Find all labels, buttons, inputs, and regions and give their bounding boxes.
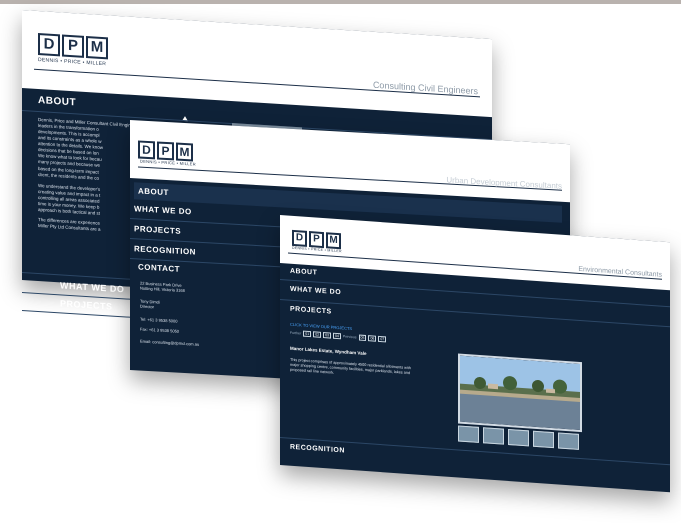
pager-page[interactable]: 04	[333, 332, 341, 340]
pager-page[interactable]: 03	[323, 332, 331, 339]
contact-email[interactable]: Email: consulting@dpmcl.com.au	[140, 339, 199, 348]
project-photo	[458, 353, 582, 433]
logo-letter-d: D	[292, 229, 307, 247]
thumbnail[interactable]	[558, 432, 579, 450]
tagline: Urban Development Consultants	[446, 175, 562, 191]
top-accent-bar	[0, 0, 681, 4]
logo-letter-m: M	[86, 35, 108, 60]
pager-label-further: Further	[290, 330, 302, 336]
pager-label-previous: Previous	[342, 334, 357, 340]
pager-page[interactable]: 05	[358, 334, 367, 342]
pager-page[interactable]: 01	[303, 330, 312, 338]
logo-letter-m: M	[176, 142, 193, 162]
contact-person: Tony Dimdi Director	[140, 298, 160, 310]
contact-address: 22 Business Park Drive Notting Hill, Vic…	[140, 280, 185, 294]
contact-tel: Tel: +61 3 9538 5000	[140, 316, 178, 324]
project-title: Manor Lakes Estate, Wyndham Vale	[290, 345, 367, 357]
dpm-logo: D P M	[38, 32, 108, 60]
logo-letter-p: P	[62, 34, 84, 58]
logo-letter-p: P	[157, 141, 174, 161]
estate-photo-image	[460, 355, 580, 430]
project-description: This project comprises of approximately …	[290, 357, 411, 376]
thumbnail[interactable]	[483, 427, 504, 445]
logo-letter-d: D	[138, 140, 155, 160]
contact-fax: Fax: +61 3 9538 5050	[140, 326, 180, 334]
thumbnail[interactable]	[533, 430, 554, 449]
project-pager: Further 01 02 03 04 Previous 05 06 07	[290, 330, 387, 343]
logo-letter-m: M	[326, 232, 341, 250]
thumbnail[interactable]	[458, 425, 479, 443]
thumbnail[interactable]	[508, 428, 529, 447]
logo-letter-d: D	[38, 32, 60, 57]
logo-letter-p: P	[309, 231, 324, 249]
projects-page-screen: D P M DENNIS • PRICE • MILLER Environmen…	[280, 215, 670, 493]
pager-page[interactable]: 07	[378, 335, 387, 343]
pager-page[interactable]: 02	[313, 331, 322, 338]
pager-page[interactable]: 06	[368, 335, 377, 342]
